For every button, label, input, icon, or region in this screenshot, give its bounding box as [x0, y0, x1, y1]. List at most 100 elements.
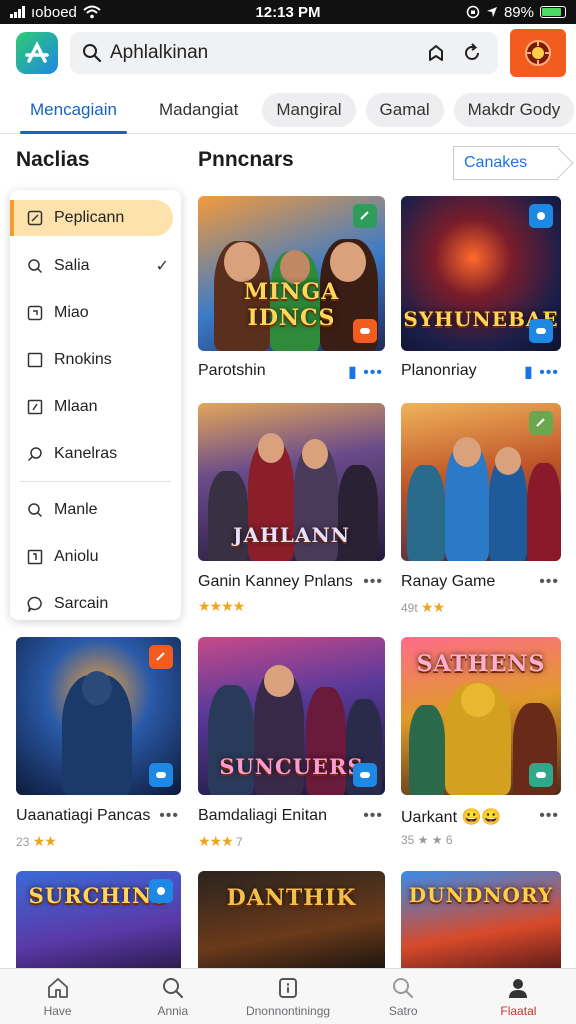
filter-button[interactable]: Canakes [453, 146, 574, 180]
search-icon [26, 501, 44, 519]
search-icon [393, 977, 414, 998]
controller-icon [529, 763, 553, 787]
search-input[interactable]: Aphlalkinan [110, 42, 414, 64]
checkmark-icon: ✓ [155, 257, 169, 275]
carrier-label: ıoboed [31, 3, 77, 21]
game-thumbnail[interactable]: JAHLANN [198, 403, 385, 561]
game-card[interactable]: DUNDNORY [401, 871, 561, 971]
more-options-icon[interactable]: ▮ ••• [348, 362, 383, 382]
clock: 12:13 PM [255, 3, 321, 21]
nav-item-flaatal[interactable]: Flaatal [461, 969, 576, 1024]
tab-madangiat[interactable]: Madangiat [145, 93, 252, 127]
game-thumbnail[interactable]: SYHUNEBAE [401, 196, 561, 351]
game-card[interactable]: MINGA IDNCS Parotshin ▮ ••• [198, 196, 385, 386]
game-card[interactable]: SUNCUERS Bamdaliagi Enitan ••• ★★★ 7 [198, 637, 385, 852]
top-app-bar: Aphlalkinan [0, 24, 576, 82]
menu-item-label: Rnokins [54, 350, 112, 368]
tab-mangiral[interactable]: Mangiral [262, 92, 356, 127]
menu-item-sarcain[interactable]: Sarcain [10, 580, 181, 627]
more-options-icon[interactable]: ••• [539, 573, 559, 591]
wifi-icon [83, 5, 101, 19]
menu-item-aniolu[interactable]: Aniolu [10, 533, 181, 580]
rating-stars: ★★ [32, 833, 57, 849]
badge-icon [353, 204, 377, 228]
sidebar-title: Naclias [16, 148, 90, 171]
tab-gamal[interactable]: Gamal [365, 92, 444, 127]
badge-icon [529, 411, 553, 435]
bracket-icon [26, 548, 44, 566]
menu-item-label: Kanelras [54, 444, 118, 462]
refresh-icon [465, 43, 479, 60]
game-card[interactable]: DANTHIK [198, 871, 385, 971]
rating-count: 49t [401, 601, 418, 615]
controller-icon [149, 763, 173, 787]
search-bar[interactable]: Aphlalkinan [70, 32, 498, 74]
signal-icon [10, 6, 25, 18]
game-thumbnail[interactable]: SATHENS [401, 637, 561, 795]
game-title: Bamdaliagi Enitan [198, 807, 327, 824]
game-title: Ranay Game [401, 573, 496, 590]
magnify-icon [26, 445, 44, 463]
more-options-icon[interactable]: ▮ ••• [524, 362, 559, 382]
game-card[interactable]: Uaanatiagi Pancas ••• 23 ★★ [16, 637, 181, 852]
game-card[interactable]: Ranay Game ••• 49t ★★ [401, 403, 561, 616]
nav-item-dnonnontiningg[interactable]: Dnonnontiningg [230, 969, 345, 1024]
rating-count: 7 [236, 835, 243, 849]
game-title: Uaanatiagi Pancas [16, 807, 151, 824]
nav-label: Have [43, 1003, 72, 1018]
game-card[interactable]: SATHENS Uarkant 😀😀 ••• 35 ★ ★ 6 [401, 637, 561, 852]
more-options-icon[interactable]: ••• [539, 807, 559, 825]
refresh-button[interactable] [458, 39, 486, 67]
tab-mencagiain[interactable]: Mencagiain [12, 87, 135, 134]
menu-item-label: Salia [54, 256, 90, 274]
menu-item-manle[interactable]: Manle [10, 486, 181, 533]
game-title: Uarkant 😀😀 [401, 809, 502, 826]
game-logo-text: DUNDNORY [408, 883, 554, 907]
game-thumbnail[interactable]: MINGA IDNCS [198, 196, 385, 351]
battery-icon [540, 6, 566, 18]
game-thumbnail[interactable]: SURCHINS [16, 871, 181, 971]
bookmark-button[interactable] [422, 39, 450, 67]
menu-item-peplicann[interactable]: Peplicann [10, 200, 173, 236]
app-store-glyph-icon [25, 41, 49, 63]
game-thumbnail[interactable]: SUNCUERS [198, 637, 385, 795]
rating-row: 23 ★★ [16, 833, 57, 850]
menu-item-rnokins[interactable]: Rnokins [10, 336, 181, 383]
menu-item-miao[interactable]: Miao [10, 289, 181, 336]
game-logo-text: JAHLANN [232, 523, 351, 547]
game-card[interactable]: JAHLANN Ganin Kanney Pnlans ••• ★★★★ [198, 403, 385, 614]
game-thumbnail[interactable]: DANTHIK [198, 871, 385, 971]
game-title: Ganin Kanney Pnlans [198, 573, 353, 590]
search-icon [26, 257, 44, 275]
nav-item-have[interactable]: Have [0, 969, 115, 1024]
menu-item-kanelras[interactable]: Kanelras [10, 430, 181, 477]
app-store-logo[interactable] [16, 32, 58, 74]
tab-makdr-gody[interactable]: Makdr Gody [453, 92, 575, 127]
info-card-icon [279, 977, 297, 998]
menu-item-mlaan[interactable]: Mlaan [10, 383, 181, 430]
controller-icon [353, 319, 377, 343]
more-options-icon[interactable]: ••• [159, 807, 179, 825]
nav-item-satro[interactable]: Satro [346, 969, 461, 1024]
menu-item-label: Peplicann [54, 209, 125, 226]
rating-count: 23 [16, 835, 30, 849]
bottom-navigation: Have Annia Dnonnontiningg Satro Flaatal [0, 968, 576, 1024]
rating-text: 35 ★ ★ 6 [401, 833, 453, 847]
more-options-icon[interactable]: ••• [363, 573, 383, 591]
game-title: Planonriay [401, 362, 477, 379]
game-card[interactable]: SURCHINS [16, 871, 181, 971]
nav-item-annia[interactable]: Annia [115, 969, 230, 1024]
rating-row: 49t ★★ [401, 599, 445, 616]
profile-button[interactable] [510, 29, 566, 77]
profile-icon [509, 978, 528, 998]
bubble-icon [26, 595, 44, 613]
rating-stars: ★★★★ [198, 598, 245, 614]
game-thumbnail[interactable]: DUNDNORY [401, 871, 561, 971]
nav-label: Satro [388, 1003, 418, 1018]
menu-item-salia[interactable]: Salia ✓ [10, 242, 181, 289]
game-card[interactable]: SYHUNEBAE Planonriay ▮ ••• [401, 196, 561, 386]
game-thumbnail[interactable] [16, 637, 181, 795]
more-options-icon[interactable]: ••• [363, 807, 383, 825]
game-thumbnail[interactable] [401, 403, 561, 561]
menu-item-label: Sarcain [54, 594, 109, 612]
